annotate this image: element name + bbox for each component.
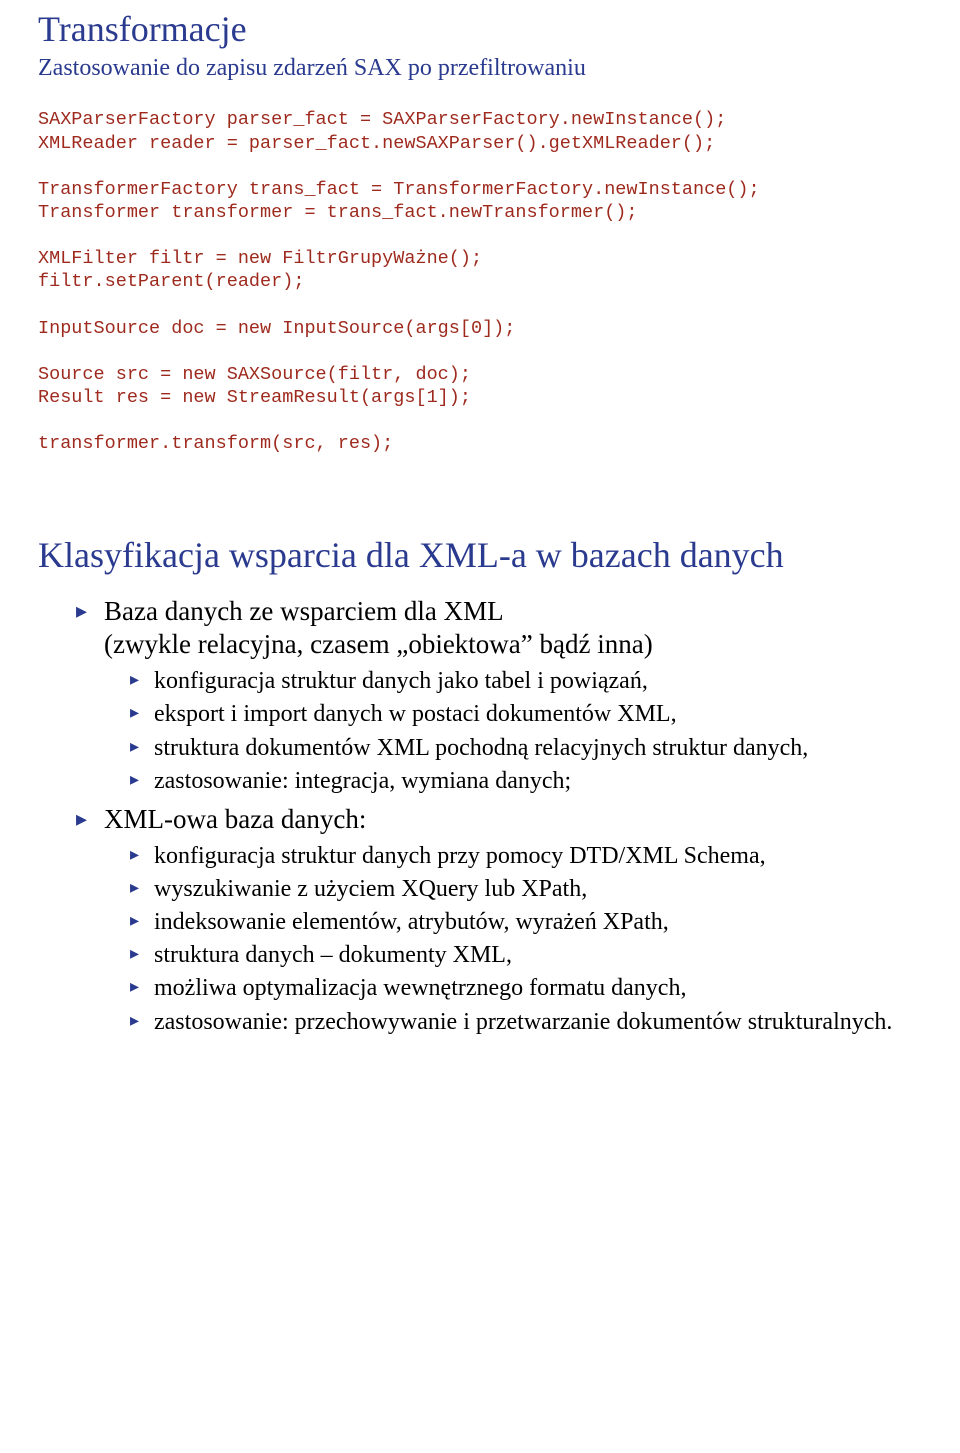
slide-2-title: Klasyfikacja wsparcia dla XML-a w bazach… [38, 535, 922, 576]
page: Transformacje Zastosowanie do zapisu zda… [0, 0, 960, 1148]
inner-item: zastosowanie: integracja, wymiana danych… [130, 766, 922, 797]
outer-item-1: XML-owa baza danych: konfiguracja strukt… [76, 803, 922, 1038]
inner-item: konfiguracja struktur danych przy pomocy… [130, 841, 922, 872]
outer-list: Baza danych ze wsparciem dla XML (zwykle… [38, 595, 922, 1038]
inner-item: zastosowanie: przechowywanie i przetwarz… [130, 1007, 922, 1038]
outer-item-1-text: XML-owa baza danych: [104, 804, 366, 834]
inner-item: struktura dokumentów XML pochodną relacy… [130, 733, 922, 764]
inner-item: eksport i import danych w postaci dokume… [130, 699, 922, 730]
inner-item: indeksowanie elementów, atrybutów, wyraż… [130, 907, 922, 938]
code-block: SAXParserFactory parser_fact = SAXParser… [38, 108, 922, 455]
slide-1-title: Transformacje [38, 10, 922, 50]
inner-list-0: konfiguracja struktur danych jako tabel … [104, 666, 922, 797]
outer-item-0-text: Baza danych ze wsparciem dla XML [104, 596, 504, 626]
inner-item: konfiguracja struktur danych jako tabel … [130, 666, 922, 697]
outer-item-0: Baza danych ze wsparciem dla XML (zwykle… [76, 595, 922, 797]
inner-item: struktura danych – dokumenty XML, [130, 940, 922, 971]
slide-1: Transformacje Zastosowanie do zapisu zda… [38, 10, 922, 455]
slide-2: Klasyfikacja wsparcia dla XML-a w bazach… [38, 535, 922, 1038]
inner-item: wyszukiwanie z użyciem XQuery lub XPath, [130, 874, 922, 905]
slide-1-subtitle: Zastosowanie do zapisu zdarzeń SAX po pr… [38, 54, 922, 83]
inner-list-1: konfiguracja struktur danych przy pomocy… [104, 841, 922, 1038]
outer-item-0-subtext: (zwykle relacyjna, czasem „obiektowa” bą… [104, 628, 922, 662]
inner-item: możliwa optymalizacja wewnętrznego forma… [130, 973, 922, 1004]
